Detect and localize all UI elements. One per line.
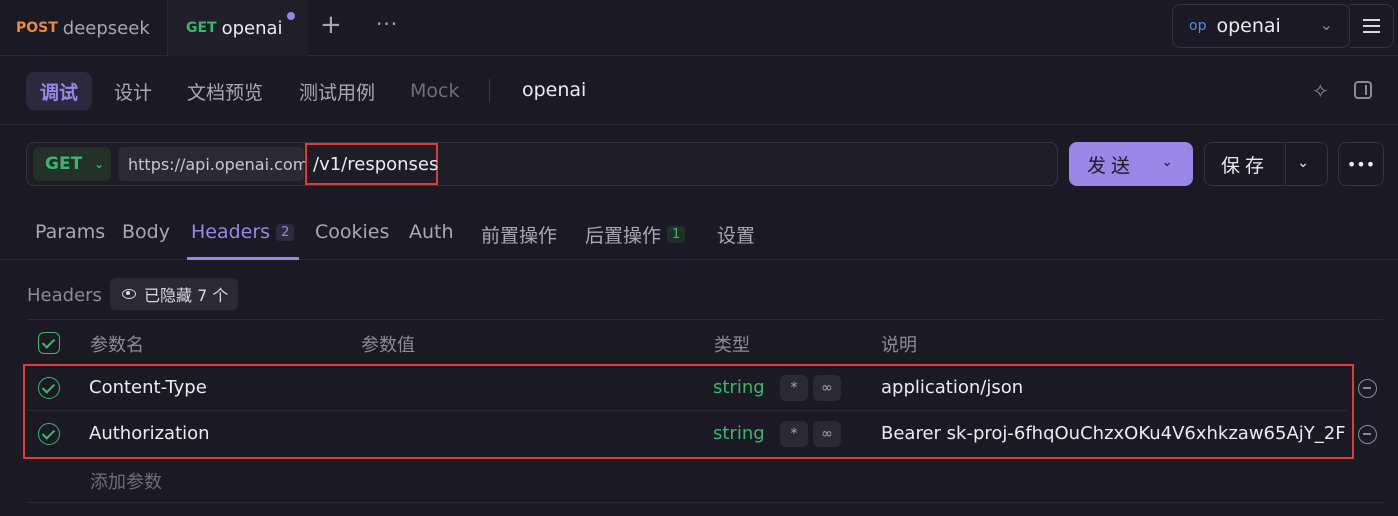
tab-name: deepseek bbox=[62, 17, 150, 39]
tab-headers[interactable]: Headers 2 bbox=[191, 221, 295, 243]
tab-debug[interactable]: 调试 bbox=[26, 72, 93, 110]
tab-label: Body bbox=[122, 221, 170, 243]
column-header: 参数名 bbox=[90, 335, 144, 356]
tab-label: Auth bbox=[409, 221, 454, 243]
divider bbox=[27, 502, 1383, 503]
table-header: 参数名 参数值 类型 说明 bbox=[27, 320, 1383, 364]
api-title: openai bbox=[522, 79, 587, 101]
more-tabs-icon[interactable]: ··· bbox=[376, 12, 398, 36]
tab-label: 后置操作 bbox=[585, 225, 662, 247]
send-button[interactable]: 发送 ⌄ bbox=[1069, 142, 1193, 186]
hidden-count-label: 已隐藏 7 个 bbox=[144, 286, 229, 305]
section-label: Headers bbox=[27, 285, 102, 306]
request-config-tabs: Params Body Headers 2 Cookies Auth 前置操作 … bbox=[0, 205, 1398, 260]
path-input[interactable]: /v1/responses bbox=[305, 143, 438, 185]
divider bbox=[1285, 143, 1286, 185]
divider bbox=[489, 79, 490, 103]
chevron-down-icon[interactable]: ⌄ bbox=[1297, 155, 1309, 171]
tab-name: openai bbox=[221, 17, 283, 39]
menu-button[interactable] bbox=[1350, 4, 1394, 48]
base-url[interactable]: https://api.openai.com bbox=[118, 147, 308, 181]
request-tab-openai[interactable]: GET openai bbox=[168, 0, 308, 56]
remove-row-icon[interactable] bbox=[1358, 379, 1377, 398]
tab-doc-preview[interactable]: 文档预览 bbox=[187, 72, 263, 110]
active-tab-indicator bbox=[187, 257, 299, 260]
request-tab-deepseek[interactable]: POST deepseek bbox=[0, 0, 168, 56]
column-header: 说明 bbox=[881, 335, 917, 356]
chevron-down-icon[interactable]: ⌄ bbox=[1161, 154, 1173, 170]
sub-tab-bar: 调试 设计 文档预览 测试用例 Mock openai ✧ bbox=[0, 57, 1398, 125]
highlight-box bbox=[23, 364, 1354, 459]
tab-mock[interactable]: Mock bbox=[410, 72, 459, 110]
column-header: 类型 bbox=[714, 335, 750, 356]
eye-icon bbox=[122, 289, 136, 299]
tab-label: 设置 bbox=[717, 225, 756, 247]
sparkle-icon[interactable]: ✧ bbox=[1312, 79, 1336, 103]
chevron-down-icon: ⌄ bbox=[94, 157, 105, 171]
tab-cookies[interactable]: Cookies bbox=[315, 221, 389, 243]
remove-row-icon[interactable] bbox=[1358, 425, 1377, 444]
hidden-headers-toggle[interactable]: 已隐藏 7 个 bbox=[110, 278, 238, 310]
count-badge: 1 bbox=[667, 226, 686, 243]
environment-badge: op bbox=[1189, 18, 1207, 34]
method-label: GET bbox=[45, 154, 83, 174]
tab-method: POST bbox=[16, 20, 58, 36]
new-tab-plus-icon[interactable]: + bbox=[320, 10, 342, 40]
more-options-icon[interactable]: ••• bbox=[1338, 142, 1384, 186]
count-badge: 2 bbox=[276, 223, 295, 241]
tab-method: GET bbox=[186, 20, 217, 36]
tab-auth[interactable]: Auth bbox=[409, 221, 454, 243]
method-select[interactable]: GET ⌄ bbox=[33, 147, 111, 181]
environment-name: openai bbox=[1216, 15, 1281, 37]
hamburger-icon bbox=[1363, 17, 1380, 35]
unsaved-dot-icon bbox=[287, 12, 295, 20]
environment-selector[interactable]: op openai ⌄ bbox=[1172, 4, 1350, 48]
tab-settings[interactable]: 设置 bbox=[717, 221, 755, 248]
tab-pre-request[interactable]: 前置操作 bbox=[481, 221, 557, 248]
save-label: 保存 bbox=[1221, 154, 1270, 177]
tab-body[interactable]: Body bbox=[122, 221, 170, 243]
tab-test-cases[interactable]: 测试用例 bbox=[299, 72, 375, 110]
tab-label: 前置操作 bbox=[481, 225, 558, 247]
tab-params[interactable]: Params bbox=[35, 221, 105, 243]
request-tab-bar: POST deepseek GET openai + ··· op openai… bbox=[0, 0, 1398, 56]
tab-label: Cookies bbox=[315, 221, 390, 243]
tab-label: Params bbox=[35, 221, 106, 243]
tab-design[interactable]: 设计 bbox=[114, 72, 152, 110]
select-all-checkbox[interactable] bbox=[38, 332, 60, 354]
tab-post-request[interactable]: 后置操作 1 bbox=[585, 221, 686, 248]
column-header: 参数值 bbox=[361, 335, 415, 356]
add-param-button[interactable]: 添加参数 bbox=[90, 468, 162, 494]
chevron-down-icon: ⌄ bbox=[1319, 15, 1333, 34]
send-label: 发送 bbox=[1087, 154, 1136, 177]
side-panel-icon[interactable] bbox=[1354, 81, 1372, 99]
tab-label: Headers bbox=[191, 221, 271, 243]
save-button[interactable]: 保存 ⌄ bbox=[1204, 142, 1328, 186]
